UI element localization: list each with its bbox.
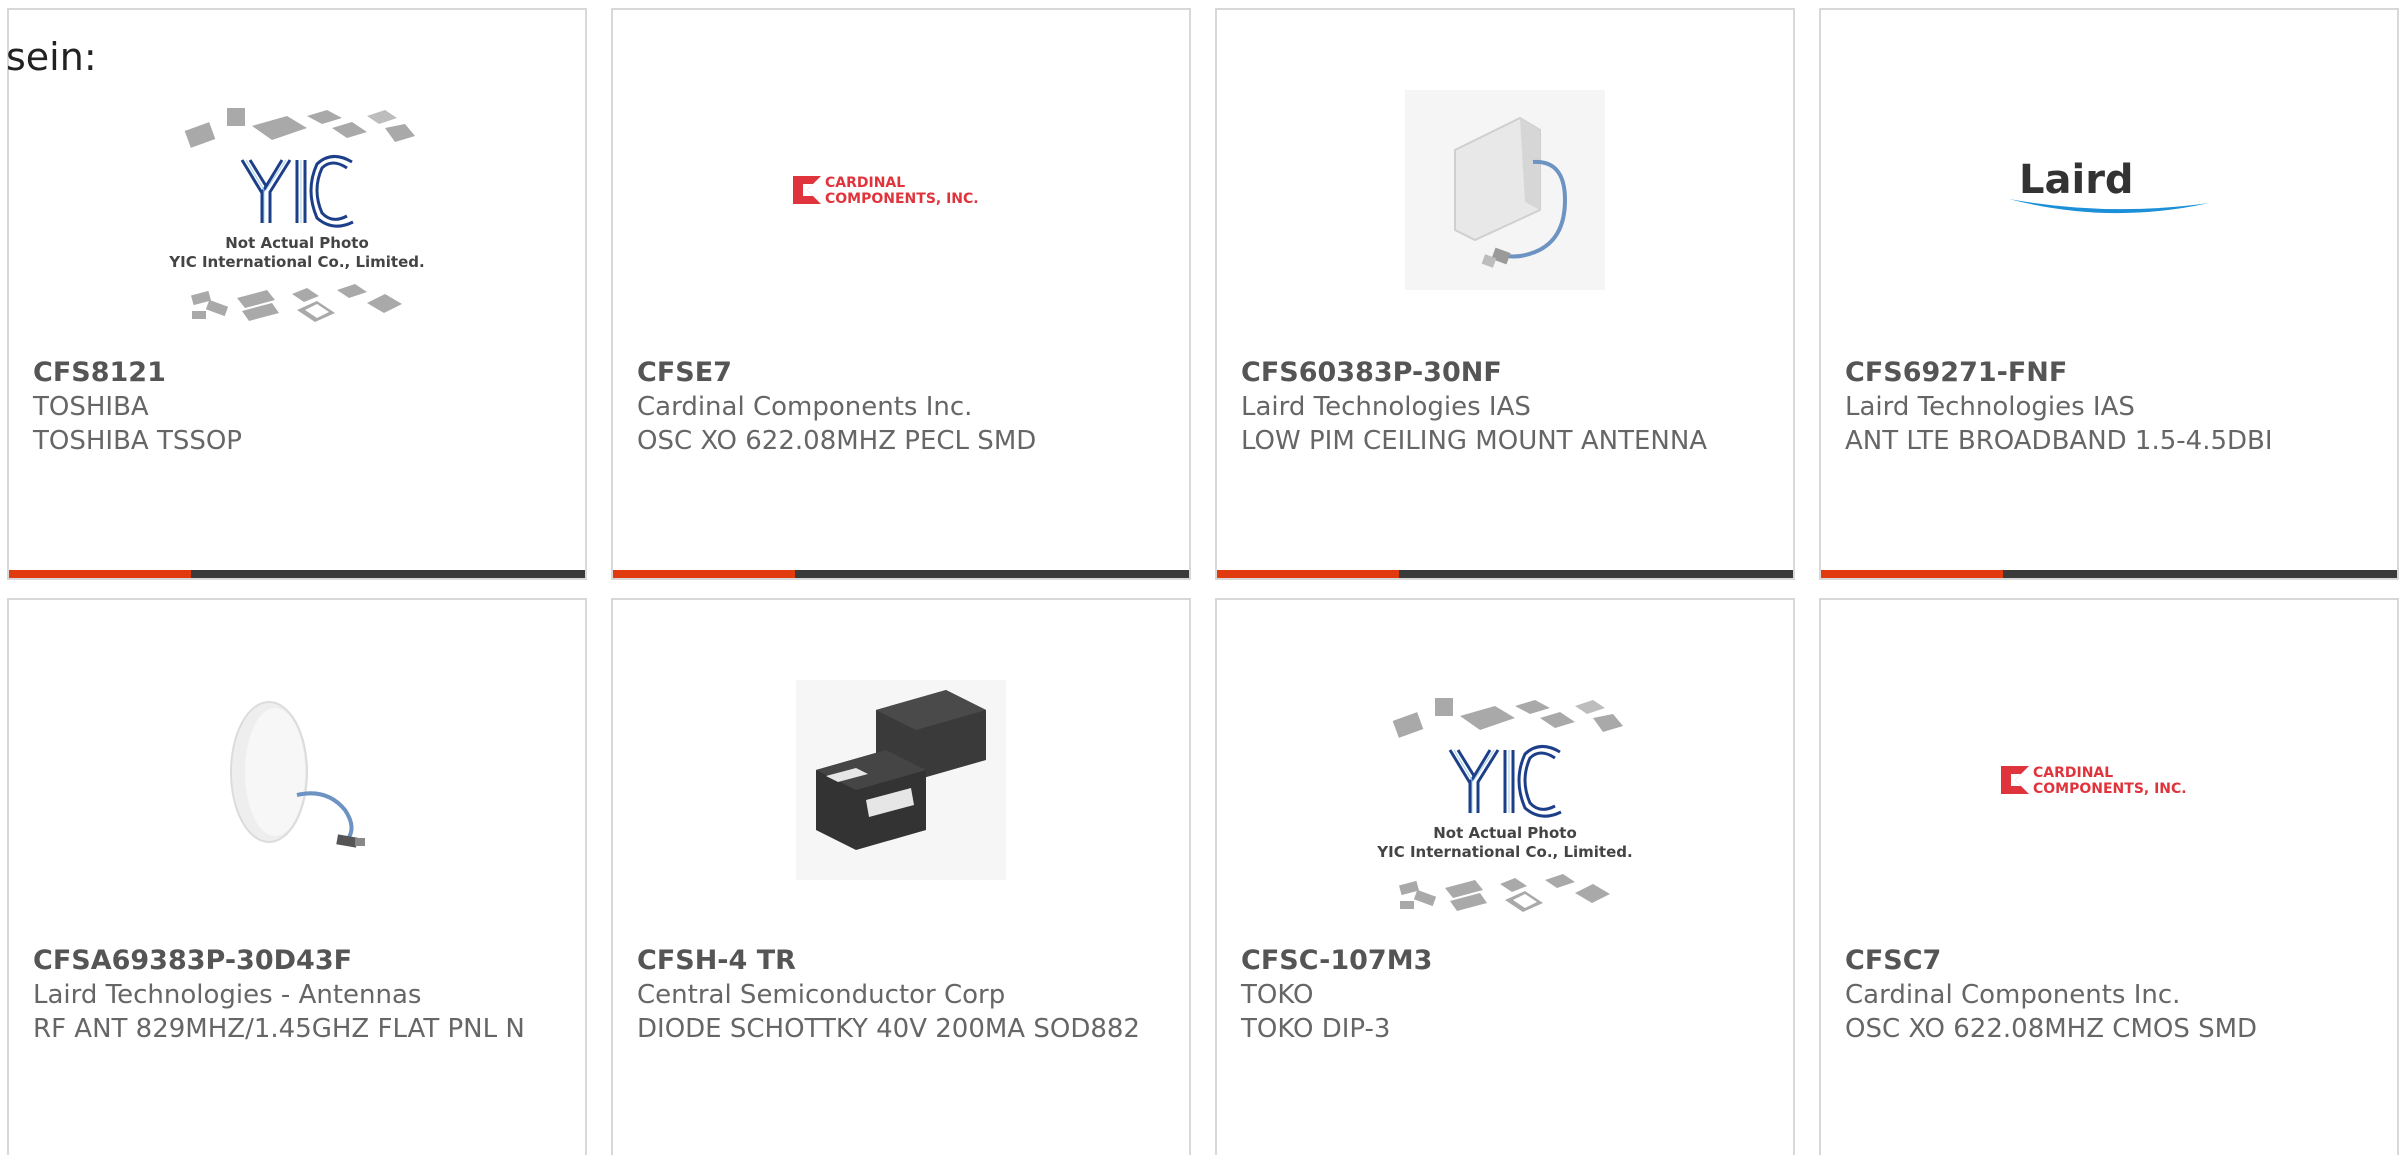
manufacturer: Central Semiconductor Corp bbox=[637, 980, 1006, 1010]
description: LOW PIM CEILING MOUNT ANTENNA bbox=[1241, 426, 1708, 456]
dome-antenna-photo bbox=[230, 701, 365, 848]
cardinal-logo: CARDINAL COMPONENTS, INC. bbox=[2001, 765, 2187, 797]
description: TOSHIBA TSSOP bbox=[33, 426, 242, 456]
card-bottom-bar bbox=[1217, 570, 1793, 578]
manufacturer: Cardinal Components Inc. bbox=[1845, 980, 2181, 1010]
card-accent-bar bbox=[1217, 570, 1399, 578]
product-text: CFSC7 Cardinal Components Inc. OSC XO 62… bbox=[1845, 944, 2365, 1046]
product-text: CFSC-107M3 TOKO TOKO DIP-3 bbox=[1241, 944, 1761, 1046]
product-image[interactable] bbox=[1217, 70, 1793, 310]
product-card[interactable]: CFSH-4 TR Central Semiconductor Corp DIO… bbox=[611, 598, 1191, 1155]
product-card[interactable]: CFSA69383P-30D43F Laird Technologies - A… bbox=[7, 598, 587, 1155]
product-card[interactable]: Not Actual Photo YIC International Co., … bbox=[1215, 598, 1795, 1155]
part-number[interactable]: CFS8121 bbox=[33, 356, 553, 390]
card-accent-bar bbox=[613, 570, 795, 578]
product-image[interactable]: Not Actual Photo YIC International Co., … bbox=[9, 98, 585, 338]
product-image[interactable]: CARDINAL COMPONENTS, INC. bbox=[1821, 660, 2397, 900]
part-number[interactable]: CFSH-4 TR bbox=[637, 944, 1157, 978]
panel-antenna-photo bbox=[1405, 90, 1605, 290]
logo-line2: COMPONENTS, INC. bbox=[2033, 781, 2187, 797]
product-image[interactable]: Laird bbox=[1821, 70, 2397, 310]
product-text: CFS69271-FNF Laird Technologies IAS ANT … bbox=[1845, 356, 2365, 458]
product-text: CFSH-4 TR Central Semiconductor Corp DIO… bbox=[637, 944, 1157, 1046]
product-image[interactable]: Not Actual Photo YIC International Co., … bbox=[1217, 688, 1793, 928]
card-bottom-bar bbox=[613, 570, 1189, 578]
placeholder-image: Not Actual Photo YIC International Co., … bbox=[1376, 698, 1633, 912]
product-image[interactable] bbox=[613, 660, 1189, 900]
part-number[interactable]: CFSE7 bbox=[637, 356, 1157, 390]
laird-wordmark: Laird bbox=[2019, 157, 2134, 203]
card-accent-bar bbox=[1821, 570, 2003, 578]
description: OSC XO 622.08MHZ PECL SMD bbox=[637, 426, 1037, 456]
intro-text: sein: bbox=[6, 35, 97, 79]
card-accent-bar bbox=[9, 570, 191, 578]
part-number[interactable]: CFSA69383P-30D43F bbox=[33, 944, 553, 978]
manufacturer: Cardinal Components Inc. bbox=[637, 392, 973, 422]
product-card[interactable]: Laird CFS69271-FNF Laird Technologies IA… bbox=[1819, 8, 2399, 580]
logo-line1: CARDINAL bbox=[2033, 765, 2113, 781]
logo-line1: CARDINAL bbox=[825, 175, 905, 191]
product-text: CFSA69383P-30D43F Laird Technologies - A… bbox=[33, 944, 553, 1046]
product-image[interactable]: CARDINAL COMPONENTS, INC. bbox=[613, 70, 1189, 310]
product-image[interactable] bbox=[9, 660, 585, 900]
manufacturer: TOSHIBA bbox=[33, 392, 149, 422]
description: ANT LTE BROADBAND 1.5-4.5DBI bbox=[1845, 426, 2273, 456]
placeholder-line2: YIC International Co., Limited. bbox=[168, 253, 424, 271]
part-number[interactable]: CFS69271-FNF bbox=[1845, 356, 2365, 390]
placeholder-line1: Not Actual Photo bbox=[1433, 824, 1577, 842]
product-text: CFS60383P-30NF Laird Technologies IAS LO… bbox=[1241, 356, 1761, 458]
product-grid-page: sein: Not Actual Photo YIC International… bbox=[0, 0, 2400, 1155]
cardinal-logo: CARDINAL COMPONENTS, INC. bbox=[793, 175, 979, 207]
part-number[interactable]: CFSC-107M3 bbox=[1241, 944, 1761, 978]
description: DIODE SCHOTTKY 40V 200MA SOD882 bbox=[637, 1014, 1140, 1044]
product-card[interactable]: CARDINAL COMPONENTS, INC. CFSE7 Cardinal… bbox=[611, 8, 1191, 580]
part-number[interactable]: CFS60383P-30NF bbox=[1241, 356, 1761, 390]
product-text: CFSE7 Cardinal Components Inc. OSC XO 62… bbox=[637, 356, 1157, 458]
logo-line2: COMPONENTS, INC. bbox=[825, 191, 979, 207]
placeholder-line1: Not Actual Photo bbox=[225, 234, 369, 252]
placeholder-image: Not Actual Photo YIC International Co., … bbox=[168, 108, 425, 322]
manufacturer: Laird Technologies IAS bbox=[1845, 392, 2135, 422]
laird-logo: Laird bbox=[2009, 157, 2209, 214]
diode-package-photo bbox=[796, 680, 1006, 880]
product-card[interactable]: Not Actual Photo YIC International Co., … bbox=[7, 8, 587, 580]
part-number[interactable]: CFSC7 bbox=[1845, 944, 2365, 978]
manufacturer: TOKO bbox=[1241, 980, 1314, 1010]
description: TOKO DIP-3 bbox=[1241, 1014, 1391, 1044]
card-bottom-bar bbox=[1821, 570, 2397, 578]
manufacturer: Laird Technologies IAS bbox=[1241, 392, 1531, 422]
manufacturer: Laird Technologies - Antennas bbox=[33, 980, 422, 1010]
product-card[interactable]: CFS60383P-30NF Laird Technologies IAS LO… bbox=[1215, 8, 1795, 580]
product-text: CFS8121 TOSHIBA TOSHIBA TSSOP bbox=[33, 356, 553, 458]
product-card[interactable]: CARDINAL COMPONENTS, INC. CFSC7 Cardinal… bbox=[1819, 598, 2399, 1155]
card-bottom-bar bbox=[9, 570, 585, 578]
description: OSC XO 622.08MHZ CMOS SMD bbox=[1845, 1014, 2258, 1044]
placeholder-line2: YIC International Co., Limited. bbox=[1376, 843, 1632, 861]
description: RF ANT 829MHZ/1.45GHZ FLAT PNL N bbox=[33, 1014, 525, 1044]
